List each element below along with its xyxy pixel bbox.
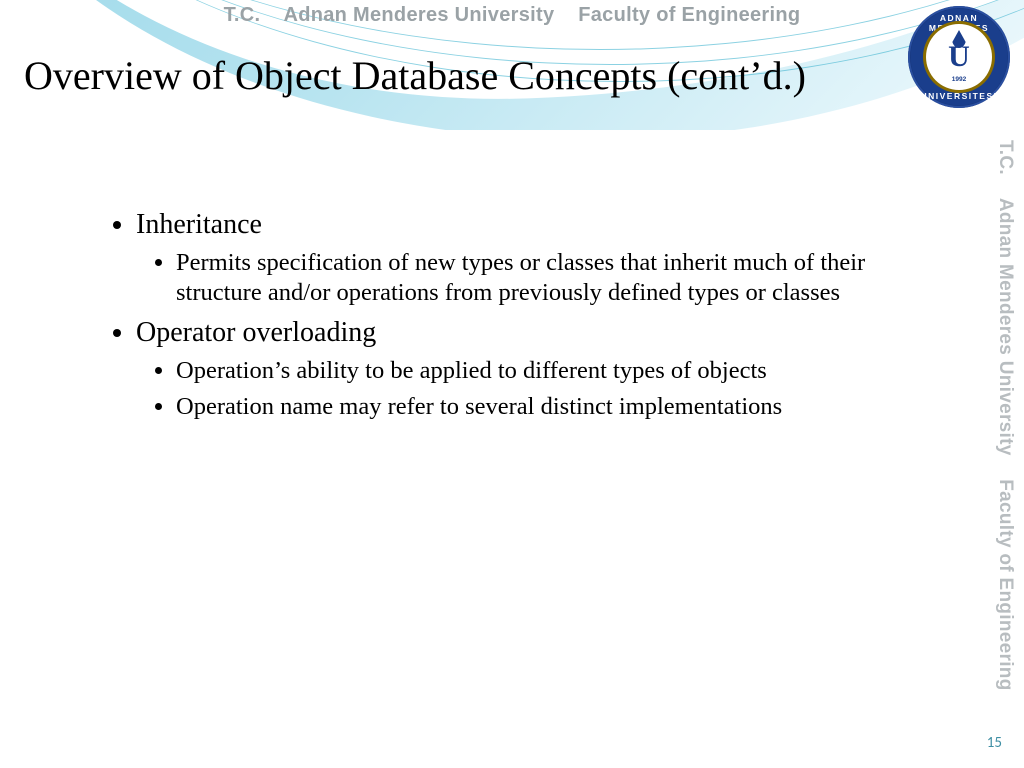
slide-title: Overview of Object Database Concepts (co…	[24, 52, 944, 99]
header-faculty: Faculty of Engineering	[578, 4, 800, 26]
slide-body: Inheritance Permits specification of new…	[110, 208, 930, 430]
sub-bullet-list: Permits specification of new types or cl…	[136, 248, 930, 308]
side-faculty: Faculty of Engineering	[995, 479, 1016, 690]
list-item: Operation’s ability to be applied to dif…	[176, 356, 930, 386]
bullet-text: Inheritance	[136, 209, 262, 240]
page-number: 15	[987, 734, 1002, 752]
sub-bullet-text: Operation’s ability to be applied to dif…	[176, 357, 767, 384]
bullet-text: Operator overloading	[136, 317, 376, 348]
side-watermark-text: T.C. Adnan Menderes University Faculty o…	[994, 140, 1016, 691]
sub-bullet-text: Permits specification of new types or cl…	[176, 249, 865, 306]
side-watermark: T.C. Adnan Menderes University Faculty o…	[994, 130, 1024, 690]
logo-year: 1992	[952, 76, 966, 83]
list-item: Operation name may refer to several dist…	[176, 392, 930, 422]
list-item: Operator overloading Operation’s ability…	[136, 316, 930, 422]
header-university: Adnan Menderes University	[283, 4, 554, 26]
sub-bullet-text: Operation name may refer to several dist…	[176, 393, 782, 420]
header-tc: T.C.	[224, 4, 261, 26]
bullet-list: Inheritance Permits specification of new…	[110, 208, 930, 422]
side-tc: T.C.	[995, 140, 1016, 175]
logo-letter: U	[948, 40, 970, 74]
list-item: Inheritance Permits specification of new…	[136, 208, 930, 308]
sub-bullet-list: Operation’s ability to be applied to dif…	[136, 356, 930, 422]
list-item: Permits specification of new types or cl…	[176, 248, 930, 308]
side-university: Adnan Menderes University	[995, 198, 1016, 456]
header-watermark: T.C. Adnan Menderes University Faculty o…	[0, 4, 1024, 27]
